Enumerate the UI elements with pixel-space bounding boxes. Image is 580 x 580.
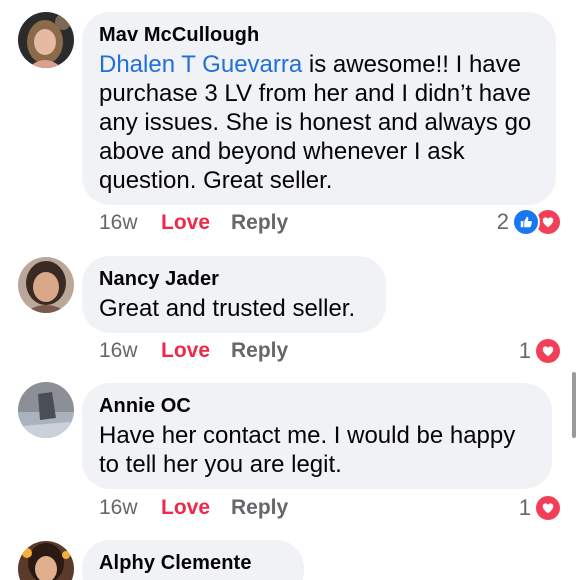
- comment-timestamp[interactable]: 16w: [99, 211, 161, 235]
- comment-text: Great and trusted seller.: [99, 295, 356, 322]
- like-icon: [512, 208, 540, 236]
- comment-actions: 16w Love Reply: [99, 211, 288, 235]
- reaction-summary[interactable]: 1: [519, 337, 562, 365]
- love-button[interactable]: Love: [161, 211, 231, 235]
- scrollbar-thumb[interactable]: [572, 372, 576, 438]
- comment-actions: 16w Love Reply: [99, 339, 288, 363]
- heart-icon: [534, 337, 562, 365]
- reply-button[interactable]: Reply: [231, 339, 288, 363]
- heart-icon: [534, 494, 562, 522]
- reaction-count: 2: [496, 209, 509, 234]
- reaction-summary[interactable]: 1: [519, 494, 562, 522]
- comment-text: Have her contact me. I would be happy to…: [99, 422, 516, 478]
- reply-button[interactable]: Reply: [231, 496, 288, 520]
- avatar-mav-mccullough[interactable]: [18, 12, 74, 68]
- comment-text: Dhalen T Guevarra is awesome!! I have pu…: [99, 50, 538, 195]
- reaction-summary[interactable]: 2: [497, 208, 562, 236]
- comment-timestamp[interactable]: 16w: [99, 496, 161, 520]
- comment-bubble: Nancy Jader Great and trusted seller.: [82, 256, 386, 333]
- comment-bubble: Annie OC Have her contact me. I would be…: [82, 383, 552, 489]
- comment-author[interactable]: Annie OC: [99, 393, 534, 419]
- comment-author[interactable]: Nancy Jader: [99, 266, 368, 292]
- comment-actions: 16w Love Reply: [99, 496, 288, 520]
- comment-bubble: Alphy Clemente: [82, 540, 304, 580]
- comment-timestamp[interactable]: 16w: [99, 339, 161, 363]
- reaction-count: 1: [518, 338, 531, 363]
- love-button[interactable]: Love: [161, 496, 231, 520]
- comments-feed: Mav McCullough Dhalen T Guevarra is awes…: [0, 0, 580, 580]
- comment-bubble: Mav McCullough Dhalen T Guevarra is awes…: [82, 12, 556, 205]
- love-button[interactable]: Love: [161, 339, 231, 363]
- reply-button[interactable]: Reply: [231, 211, 288, 235]
- comment-author[interactable]: Mav McCullough: [99, 22, 538, 48]
- avatar-annie-oc[interactable]: [18, 382, 74, 438]
- comment-author[interactable]: Alphy Clemente: [99, 550, 286, 576]
- mention-link[interactable]: Dhalen T Guevarra: [99, 51, 302, 78]
- avatar-nancy-jader[interactable]: [18, 257, 74, 313]
- reaction-count: 1: [518, 495, 531, 520]
- avatar-alphy-clemente[interactable]: [18, 541, 74, 580]
